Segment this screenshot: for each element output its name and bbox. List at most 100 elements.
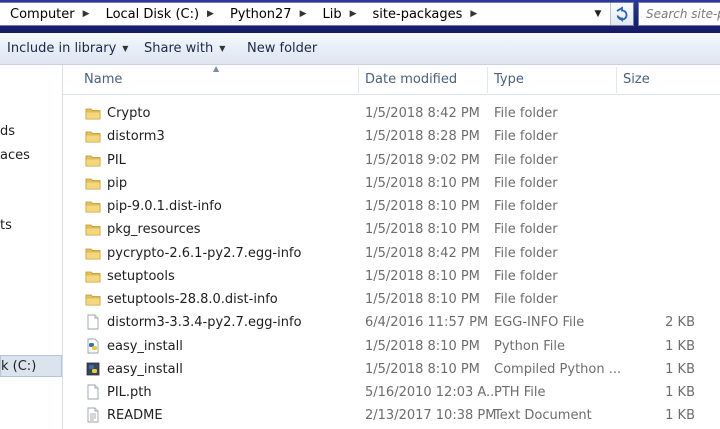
navigation-pane: ds aces ts k (C:) (0, 65, 62, 429)
nav-item-local-disk[interactable]: k (C:) (0, 355, 62, 377)
file-row[interactable]: pycrypto-2.6.1-py2.7.egg-info 1/5/2018 8:… (63, 242, 720, 265)
file-name: distorm3-3.3.4-py2.7.egg-info (107, 315, 302, 331)
dropdown-caret-icon: ▼ (219, 44, 226, 53)
file-type: File folder (494, 222, 558, 238)
include-in-library-button[interactable]: Include in library ▼ (7, 33, 128, 64)
file-type: File folder (494, 152, 558, 168)
file-row[interactable]: setuptools-28.8.0.dist-info 1/5/2018 8:10… (63, 288, 720, 311)
file-size: 1 KB (665, 338, 695, 354)
file-date-modified: 6/4/2016 11:57 PM (365, 315, 489, 331)
file-name: PIL.pth (107, 385, 152, 400)
file-date-modified: 1/5/2018 8:10 PM (365, 175, 480, 191)
column-divider[interactable] (487, 67, 488, 93)
file-size (623, 265, 695, 288)
file-row[interactable]: README 2/13/2017 10:38 PM Text Document 1 K… (63, 404, 720, 427)
breadcrumb-separator-icon[interactable]: ▶ (201, 9, 220, 19)
breadcrumb-site-packages[interactable]: site-packages (363, 7, 465, 22)
file-name: distorm3 (107, 129, 165, 145)
column-header-row: ▲ Name Date modified Type Size (63, 64, 720, 95)
new-folder-label: New folder (247, 41, 318, 56)
command-bar: Include in library ▼ Share with ▼ New fo… (0, 33, 720, 65)
column-divider[interactable] (616, 67, 617, 93)
share-with-label: Share with (144, 41, 214, 56)
file-row[interactable]: easy_install 1/5/2018 8:10 PM Compiled Pyt… (63, 358, 720, 381)
file-name: setuptools-28.8.0.dist-info (107, 292, 278, 307)
nav-item-recent-places[interactable]: aces (0, 148, 30, 163)
file-date-modified: 1/5/2018 8:10 PM (365, 268, 480, 284)
share-with-button[interactable]: Share with ▼ (144, 33, 225, 64)
file-size: 1 KB (665, 408, 695, 424)
file-date-modified: 1/5/2018 8:28 PM (365, 129, 480, 145)
file-name: PIL (107, 152, 126, 168)
file-date-modified: 5/16/2010 12:03 A... (365, 385, 499, 400)
breadcrumb-separator-icon[interactable]: ▶ (344, 9, 363, 19)
file-date-modified: 1/5/2018 8:10 PM (365, 199, 480, 214)
address-bar-band: Computer ▶ Local Disk (C:) ▶ Python27 ▶ … (0, 0, 720, 33)
file-row[interactable]: PIL.pth 5/16/2010 12:03 A... PTH File 1 KB (63, 381, 720, 404)
breadcrumb-separator-icon[interactable]: ▶ (464, 9, 483, 19)
folder-icon (85, 294, 101, 306)
folder-icon (85, 178, 101, 190)
breadcrumb-separator-icon[interactable]: ▶ (294, 9, 313, 19)
folder-icon (85, 224, 101, 236)
file-row[interactable]: pip-9.0.1.dist-info 1/5/2018 8:10 PM File … (63, 195, 720, 218)
file-name: README (107, 408, 163, 424)
folder-icon (85, 248, 101, 259)
breadcrumb: Computer ▶ Local Disk (C:) ▶ Python27 ▶ … (0, 3, 483, 25)
refresh-button[interactable] (610, 3, 633, 25)
file-row[interactable]: pkg_resources 1/5/2018 8:10 PM File folder (63, 218, 720, 241)
file-size (623, 172, 695, 195)
nav-item-downloads[interactable]: ds (0, 124, 15, 139)
file-type: Python File (494, 338, 565, 354)
file-row[interactable]: pip 1/5/2018 8:10 PM File folder (63, 172, 720, 195)
file-date-modified: 1/5/2018 8:10 PM (365, 292, 480, 307)
address-bar[interactable]: Computer ▶ Local Disk (C:) ▶ Python27 ▶ … (0, 2, 634, 26)
file-size (623, 149, 695, 172)
file-row[interactable]: easy_install 1/5/2018 8:10 PM Python File 1… (63, 335, 720, 358)
column-header-name[interactable]: Name (84, 65, 122, 94)
column-header-date[interactable]: Date modified (365, 65, 457, 94)
column-header-type[interactable]: Type (494, 65, 524, 94)
address-history-dropdown-icon[interactable]: ▼ (588, 4, 608, 24)
folder-icon (85, 201, 101, 213)
nav-item-documents[interactable]: ts (0, 218, 12, 233)
file-icon (87, 314, 99, 330)
file-date-modified: 1/5/2018 8:10 PM (365, 361, 480, 377)
file-size (623, 288, 695, 311)
file-row[interactable]: distorm3-3.3.4-py2.7.egg-info 6/4/2016 11… (63, 311, 720, 334)
file-date-modified: 1/5/2018 8:10 PM (365, 222, 480, 238)
breadcrumb-lib[interactable]: Lib (313, 7, 344, 22)
file-name: easy_install (107, 361, 183, 377)
column-divider[interactable] (358, 67, 359, 93)
file-name: pycrypto-2.6.1-py2.7.egg-info (107, 245, 302, 261)
file-row[interactable]: distorm3 1/5/2018 8:28 PM File folder (63, 125, 720, 148)
search-input[interactable]: Search site-p (638, 2, 720, 26)
file-row[interactable]: PIL 1/5/2018 9:02 PM File folder (63, 149, 720, 172)
refresh-icon (616, 6, 628, 22)
file-icon (87, 384, 99, 400)
file-date-modified: 1/5/2018 8:42 PM (365, 106, 480, 121)
text-file-icon (87, 407, 99, 423)
file-type: File folder (494, 106, 558, 121)
breadcrumb-local-disk[interactable]: Local Disk (C:) (96, 7, 201, 22)
new-folder-button[interactable]: New folder (247, 33, 317, 64)
file-row[interactable]: Crypto 1/5/2018 8:42 PM File folder (63, 102, 720, 125)
file-name: Crypto (107, 106, 151, 121)
file-size: 1 KB (665, 361, 695, 377)
breadcrumb-computer[interactable]: Computer (0, 7, 77, 22)
file-type: File folder (494, 268, 558, 284)
sort-ascending-icon: ▲ (213, 64, 220, 73)
column-header-size[interactable]: Size (623, 65, 650, 94)
breadcrumb-separator-icon[interactable]: ▶ (77, 9, 96, 19)
folder-icon (85, 108, 101, 120)
file-type: Text Document (494, 408, 592, 424)
file-row[interactable]: setuptools 1/5/2018 8:10 PM File folder (63, 265, 720, 288)
folder-icon (85, 271, 101, 283)
search-placeholder: Search site-p (646, 7, 720, 21)
file-name: pip (107, 175, 128, 191)
file-type: File folder (494, 245, 558, 261)
breadcrumb-python27[interactable]: Python27 (220, 7, 294, 22)
file-date-modified: 1/5/2018 9:02 PM (365, 152, 480, 168)
file-size (623, 102, 695, 125)
file-type: File folder (494, 292, 558, 307)
